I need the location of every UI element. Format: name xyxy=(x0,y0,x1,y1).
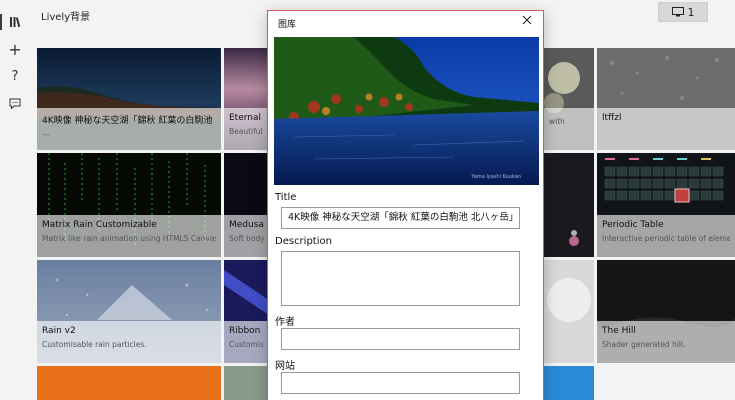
tile-description: Beautiful s xyxy=(229,127,264,136)
tile-ribbon[interactable]: Ribbon Customis xyxy=(224,260,269,363)
tile-caption: with xyxy=(544,108,594,150)
tile-thumbnail xyxy=(544,260,594,363)
tile-title: ltffzl xyxy=(602,113,622,123)
tile-the-hill[interactable]: The Hill Shader generated hill. xyxy=(597,260,735,363)
tile-ltffzl[interactable]: ltffzl xyxy=(597,48,735,150)
tile-unnamed[interactable]: with xyxy=(544,48,594,150)
tile-eternal-light[interactable]: Eternal Li Beautiful s xyxy=(224,48,269,150)
tile-caption: The Hill Shader generated hill. xyxy=(597,321,735,363)
monitor-select-button[interactable]: 1 xyxy=(658,2,708,22)
tile-title: Matrix Rain Customizable xyxy=(42,220,157,230)
tile-caption: Medusae Soft body s xyxy=(224,215,269,257)
help-icon: ? xyxy=(11,68,19,84)
description-label: Description xyxy=(275,236,332,247)
tile-orange[interactable] xyxy=(37,366,221,400)
tile-caption: Ribbon Customis xyxy=(224,321,269,363)
dialog-title: 图库 xyxy=(278,20,297,30)
tile-description: --- xyxy=(42,130,51,139)
lively-window: + ? Lively背景 1 4K映像 神秘な天空湖「錦秋 紅葉の白駒池 ---… xyxy=(0,0,735,400)
feedback-icon xyxy=(9,98,21,109)
title-input[interactable]: 4K映像 神秘な天空湖「錦秋 紅葉の白駒池 北八ヶ岳」 xyxy=(281,207,520,229)
monitor-number: 1 xyxy=(687,5,695,19)
website-input[interactable] xyxy=(281,372,520,394)
tile-title: Medusae xyxy=(229,220,264,230)
tile-title: Periodic Table xyxy=(602,220,664,230)
tile-title: Rain v2 xyxy=(42,326,76,336)
tile-caption: 4K映像 神秘な天空湖「錦秋 紅葉の白駒池 --- xyxy=(37,108,221,150)
tile-rain-v2[interactable]: Rain v2 Customisable rain particles. xyxy=(37,260,221,363)
library-icon xyxy=(10,17,21,28)
author-label: 作者 xyxy=(275,317,295,328)
tile-description: Interactive periodic table of elements xyxy=(602,234,730,243)
tile-shirakoma-lake[interactable]: 4K映像 神秘な天空湖「錦秋 紅葉の白駒池 --- xyxy=(37,48,221,150)
tile-fog[interactable] xyxy=(544,260,594,363)
preview-watermark: Yama Iyashi Kuukan xyxy=(471,174,521,180)
nav-add-button[interactable]: + xyxy=(0,37,30,61)
close-icon xyxy=(522,15,532,25)
tile-description: Shader generated hill. xyxy=(602,340,686,349)
nav-library-button[interactable] xyxy=(0,10,30,34)
tile-description: Soft body s xyxy=(229,234,264,243)
tile-caption: Rain v2 Customisable rain particles. xyxy=(37,321,221,363)
tile-title: Eternal Li xyxy=(229,113,264,123)
tile-title: The Hill xyxy=(602,326,636,336)
tile-caption: Eternal Li Beautiful s xyxy=(224,108,269,150)
tile-description: with xyxy=(549,117,565,126)
description-input[interactable] xyxy=(281,251,520,306)
monitor-icon xyxy=(671,7,684,17)
tile-title: Ribbon xyxy=(229,326,261,336)
nav-rail: + ? xyxy=(0,0,30,400)
website-label: 网站 xyxy=(275,361,295,372)
tile-caption: Matrix Rain Customizable Matrix like rai… xyxy=(37,215,221,257)
preview-image xyxy=(274,37,539,185)
tile-description: Matrix like rain animation using HTML5 C… xyxy=(42,234,216,243)
nav-feedback-button[interactable] xyxy=(0,91,30,115)
library-edit-dialog: 图库 Yama Iyashi Kuukan Title 4K映像 神秘な天空湖「… xyxy=(267,10,544,400)
tile-description: Customisable rain particles. xyxy=(42,340,147,349)
tile-title: 4K映像 神秘な天空湖「錦秋 紅葉の白駒池 xyxy=(42,116,213,126)
close-button[interactable] xyxy=(519,14,535,30)
wallpaper-preview: Yama Iyashi Kuukan xyxy=(274,37,539,185)
title-label: Title xyxy=(275,192,297,203)
tile-grey-green[interactable] xyxy=(224,366,269,400)
tile-caption: ltffzl xyxy=(597,108,735,150)
tile-dark-lights[interactable] xyxy=(544,153,594,257)
author-input[interactable] xyxy=(281,328,520,350)
tile-description: Customis xyxy=(229,340,264,349)
app-title: Lively背景 xyxy=(41,12,91,23)
tile-matrix-rain[interactable]: Matrix Rain Customizable Matrix like rai… xyxy=(37,153,221,257)
tile-medusae[interactable]: Medusae Soft body s xyxy=(224,153,269,257)
tile-caption: Periodic Table Interactive periodic tabl… xyxy=(597,215,735,257)
tile-thumbnail xyxy=(544,153,594,257)
nav-help-button[interactable]: ? xyxy=(0,64,30,88)
tile-blue[interactable] xyxy=(544,366,594,400)
add-icon: + xyxy=(8,39,22,59)
tile-periodic-table[interactable]: Periodic Table Interactive periodic tabl… xyxy=(597,153,735,257)
